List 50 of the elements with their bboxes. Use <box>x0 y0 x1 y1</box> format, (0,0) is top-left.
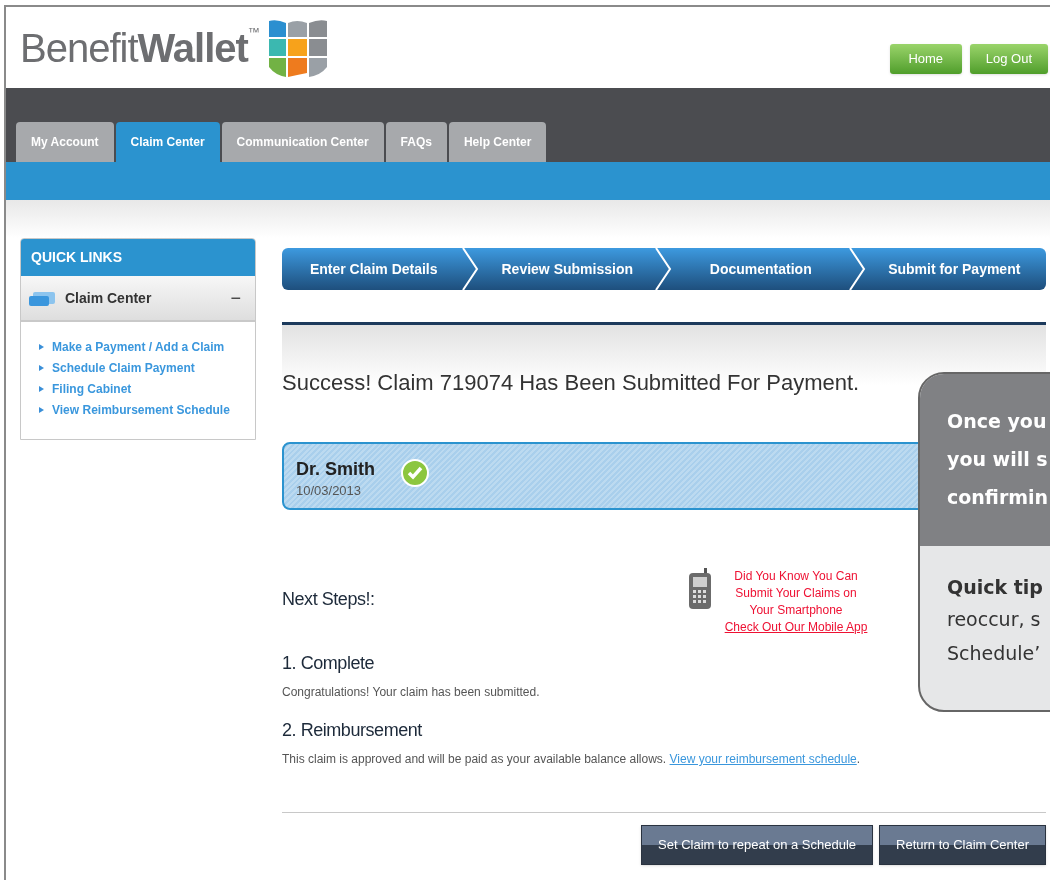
step-heading: 1. Complete <box>282 652 375 675</box>
tooltip-text: Once you <box>947 409 1048 434</box>
tooltip-text: you will s <box>947 447 1049 472</box>
section-header[interactable]: Claim Center <box>65 287 152 309</box>
tooltip-text: reoccur, s <box>947 607 1042 632</box>
logo-text: BenefitWallet$^{™}$ <box>20 28 259 68</box>
step-label: Enter Claim Details <box>309 259 438 279</box>
bullet-icon <box>39 365 44 371</box>
section-heading: Next Steps!: <box>282 588 375 611</box>
mobile-app-link[interactable]: Check Out Our Mobile App <box>724 619 868 636</box>
chevron-divider-icon <box>655 248 673 290</box>
sidebar-link[interactable]: Schedule Claim Payment <box>52 359 195 377</box>
chevron-divider-icon <box>461 248 480 290</box>
step-description: Congratulations! Your claim has been submitted. <box>282 684 541 701</box>
tooltip-heading: Quick tip <box>947 575 1044 600</box>
promo-text: Your Smartphone <box>749 602 843 619</box>
logo-icon <box>266 17 329 79</box>
bullet-icon <box>39 386 44 392</box>
sidebar-title: QUICK LINKS <box>21 239 255 276</box>
cards-icon <box>29 290 57 306</box>
tooltip-text: confirmin <box>947 485 1050 510</box>
nav-tab[interactable]: Communication Center <box>221 122 384 162</box>
step-description: This claim is approved and will be paid as your available balance allows. View your reimbursement schedule. <box>282 751 862 768</box>
tooltip-text: Schedule’ <box>947 641 1042 666</box>
step-label: Submit for Payment <box>888 259 1021 279</box>
nav-tab[interactable]: My Account <box>16 122 114 162</box>
chevron-divider-icon <box>848 248 867 290</box>
header-button[interactable]: Log Out <box>969 44 1048 74</box>
reimbursement-schedule-link[interactable]: View your reimbursement schedule <box>669 752 857 766</box>
action-button[interactable]: Set Claim to repeat on a Schedule <box>641 825 874 865</box>
sidebar-link[interactable]: View Reimbursement Schedule <box>52 401 230 419</box>
claim-date: 10/03/2013 <box>296 481 363 500</box>
promo-text: Submit Your Claims on <box>735 585 857 602</box>
nav-tab[interactable]: Help Center <box>448 122 547 162</box>
step-label: Review Submission <box>501 259 633 279</box>
mobile-phone-icon <box>686 568 713 610</box>
action-button[interactable]: Return to Claim Center <box>879 825 1046 865</box>
step-label: Documentation <box>709 259 812 279</box>
header-button[interactable]: Home <box>889 44 962 74</box>
collapse-toggle[interactable]: − <box>230 284 241 312</box>
nav-tab[interactable]: FAQs <box>385 122 447 162</box>
success-message: Success! Claim 719074 Has Been Submitted For Payment. <box>282 369 861 397</box>
step-heading: 2. Reimbursement <box>282 719 422 742</box>
bullet-icon <box>39 407 44 413</box>
sidebar-link[interactable]: Make a Payment / Add a Claim <box>52 338 225 356</box>
bullet-icon <box>39 344 44 350</box>
sidebar-link[interactable]: Filing Cabinet <box>52 380 132 398</box>
provider-name: Dr. Smith <box>296 458 375 481</box>
nav-tab[interactable]: Claim Center <box>115 122 220 162</box>
promo-text: Did You Know You Can <box>734 568 858 585</box>
